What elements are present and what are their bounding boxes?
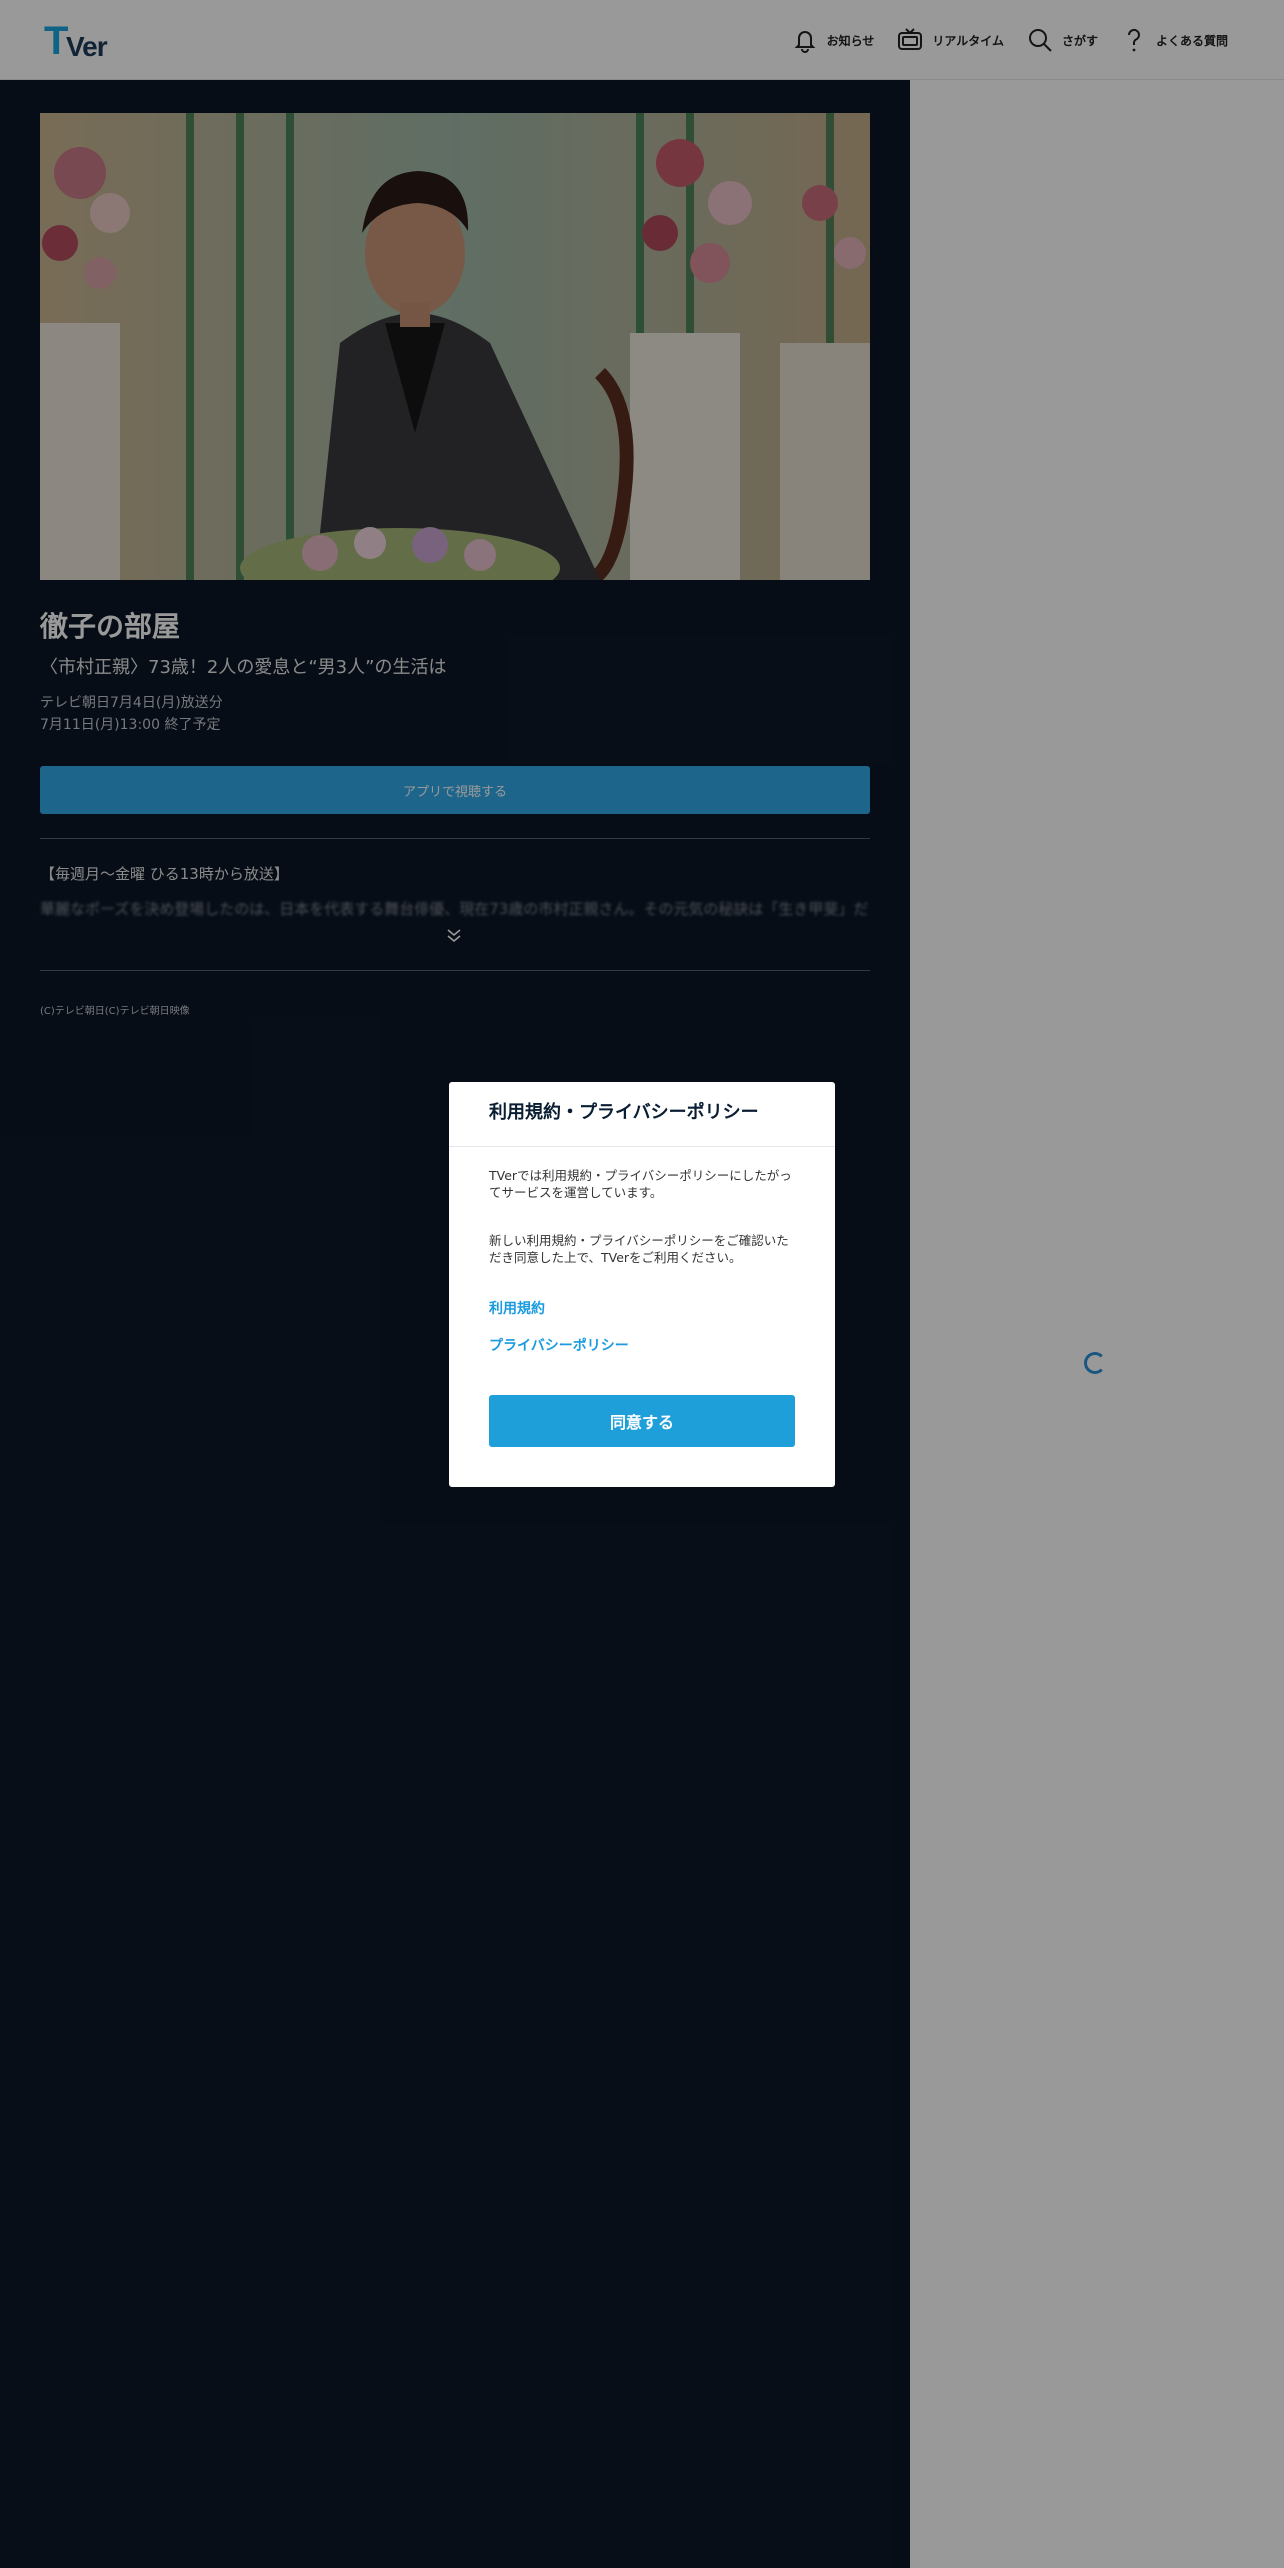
privacy-policy-link[interactable]: プライバシーポリシー xyxy=(489,1335,629,1355)
agree-button[interactable]: 同意する xyxy=(489,1395,795,1447)
terms-link[interactable]: 利用規約 xyxy=(489,1298,545,1318)
modal-title: 利用規約・プライバシーポリシー xyxy=(489,1102,759,1123)
modal-divider xyxy=(449,1146,835,1147)
terms-modal: 利用規約・プライバシーポリシー TVerでは利用規約・プライバシーポリシーにした… xyxy=(449,1082,835,1487)
modal-paragraph-2: 新しい利用規約・プライバシーポリシーをご確認いただき同意した上で、TVerをご利… xyxy=(489,1233,789,1265)
modal-paragraph-1: TVerでは利用規約・プライバシーポリシーにしたがってサービスを運営しています。 xyxy=(489,1168,792,1200)
